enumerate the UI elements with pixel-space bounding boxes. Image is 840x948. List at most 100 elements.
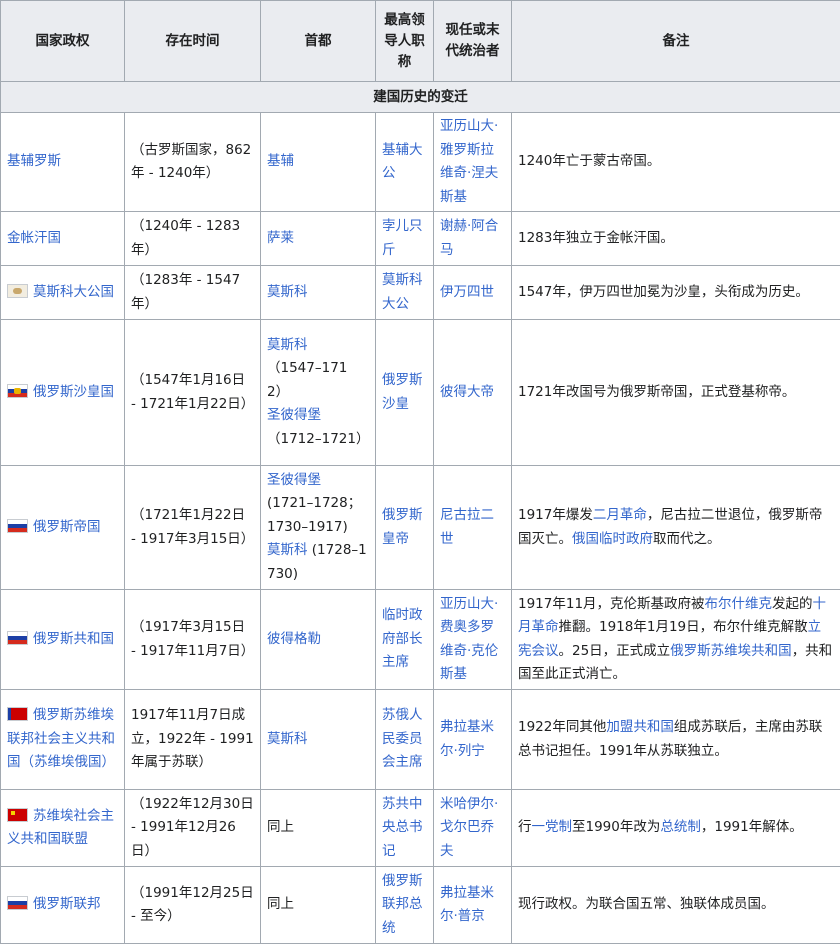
capital-cell: 圣彼得堡 (1721–1728；1730–1917) 莫斯科 (1728–173… xyxy=(260,465,376,590)
capital-cell: 莫斯科 xyxy=(260,265,376,320)
note-text: 取而代之。 xyxy=(653,530,721,547)
table-row: 俄罗斯联邦 （1991年12月25日 - 至今） 同上 俄罗斯联邦总统 弗拉基米… xyxy=(0,866,840,944)
state-cell: 俄罗斯共和国 xyxy=(0,589,125,690)
capital-link[interactable]: 基辅 xyxy=(267,153,294,169)
period-cell: （1283年 - 1547年） xyxy=(124,265,261,320)
header-capital[interactable]: 首都 xyxy=(260,0,376,82)
ruler-link[interactable]: 米哈伊尔·戈尔巴乔夫 xyxy=(440,796,498,859)
ruler-link[interactable]: 弗拉基米尔·列宁 xyxy=(440,719,494,759)
table-row: 俄罗斯共和国 （1917年3月15日 - 1917年11月7日） 彼得格勒 临时… xyxy=(0,589,840,690)
state-link[interactable]: 金帐汗国 xyxy=(7,230,61,246)
period-cell: 1917年11月7日成立，1922年 - 1991年属于苏联） xyxy=(124,689,261,790)
table-row: 莫斯科大公国 （1283年 - 1547年） 莫斯科 莫斯科大公 伊万四世 15… xyxy=(0,265,840,320)
table-row: 基辅罗斯 （古罗斯国家，862年 - 1240年） 基辅 基辅大公 亚历山大·雅… xyxy=(0,112,840,212)
note-cell: 1917年11月，克伦斯基政府被布尔什维克发起的十月革命推翻。1918年1月19… xyxy=(511,589,840,690)
state-link[interactable]: 俄罗斯沙皇国 xyxy=(33,384,114,400)
title-link[interactable]: 临时政府部长主席 xyxy=(382,607,423,670)
note-link[interactable]: 二月革命 xyxy=(593,507,647,523)
ruler-cell: 彼得大帝 xyxy=(433,319,512,466)
russia-flag-icon xyxy=(7,518,28,533)
ruler-cell: 米哈伊尔·戈尔巴乔夫 xyxy=(433,789,512,867)
note-text: 至1990年改为 xyxy=(572,819,661,836)
title-link[interactable]: 俄罗斯沙皇 xyxy=(382,372,423,412)
note-text: 。25日，正式成立 xyxy=(558,642,671,659)
ruler-link[interactable]: 亚历山大·费奥多罗维奇·克伦斯基 xyxy=(440,596,498,683)
capital-link[interactable]: 萨莱 xyxy=(267,230,294,246)
period-cell: （1922年12月30日 - 1991年12月26日） xyxy=(124,789,261,867)
note-cell: 1547年，伊万四世加冕为沙皇，头衔成为历史。 xyxy=(511,265,840,320)
title-link[interactable]: 俄罗斯皇帝 xyxy=(382,507,423,547)
period-cell: （1240年 - 1283年） xyxy=(124,211,261,266)
note-link[interactable]: 俄国临时政府 xyxy=(572,531,653,547)
capital-link[interactable]: 莫斯科 xyxy=(267,337,308,353)
ussr-flag-icon xyxy=(7,807,28,822)
capital-cell: 莫斯科 xyxy=(260,689,376,790)
ruler-link[interactable]: 谢赫·阿合马 xyxy=(440,218,498,258)
note-text: 1917年11月，克伦斯基政府被 xyxy=(518,595,705,612)
capital-cell: 莫斯科 （1547–1712） 圣彼得堡 （1712–1721） xyxy=(260,319,376,466)
header-title[interactable]: 最高领导人职称 xyxy=(375,0,434,82)
state-cell: 俄罗斯帝国 xyxy=(0,465,125,590)
title-cell: 苏俄人民委员会主席 xyxy=(375,689,434,790)
note-cell: 行一党制至1990年改为总统制，1991年解体。 xyxy=(511,789,840,867)
period-cell: （1721年1月22日 - 1917年3月15日） xyxy=(124,465,261,590)
header-period[interactable]: 存在时间 xyxy=(124,0,261,82)
ruler-link[interactable]: 亚历山大·雅罗斯拉维奇·涅夫斯基 xyxy=(440,118,498,205)
capital-link[interactable]: 彼得格勒 xyxy=(267,631,321,647)
note-cell: 1922年同其他加盟共和国组成苏联后，主席由苏联总书记担任。1991年从苏联独立… xyxy=(511,689,840,790)
period-cell: （1547年1月16日 - 1721年1月22日） xyxy=(124,319,261,466)
ruler-cell: 亚历山大·费奥多罗维奇·克伦斯基 xyxy=(433,589,512,690)
capital-years: （1712–1721） xyxy=(267,430,370,447)
state-link[interactable]: 俄罗斯共和国 xyxy=(33,631,114,647)
ruler-cell: 谢赫·阿合马 xyxy=(433,211,512,266)
note-link[interactable]: 一党制 xyxy=(532,819,573,835)
moscow-flag-icon xyxy=(7,283,28,298)
note-cell: 1240年亡于蒙古帝国。 xyxy=(511,112,840,212)
capital-link[interactable]: 圣彼得堡 xyxy=(267,472,321,488)
title-link[interactable]: 苏俄人民委员会主席 xyxy=(382,707,423,770)
capital-link[interactable]: 莫斯科 xyxy=(267,284,308,300)
ruler-cell: 伊万四世 xyxy=(433,265,512,320)
note-link[interactable]: 俄罗斯苏维埃共和国 xyxy=(670,643,792,659)
note-text: 行 xyxy=(518,819,532,836)
ruler-link[interactable]: 彼得大帝 xyxy=(440,384,494,400)
capital-cell: 基辅 xyxy=(260,112,376,212)
title-cell: 俄罗斯沙皇 xyxy=(375,319,434,466)
state-link[interactable]: 俄罗斯帝国 xyxy=(33,519,101,535)
title-link[interactable]: 莫斯科大公 xyxy=(382,272,423,312)
title-link[interactable]: 苏共中央总书记 xyxy=(382,796,423,859)
ruler-cell: 亚历山大·雅罗斯拉维奇·涅夫斯基 xyxy=(433,112,512,212)
title-cell: 俄罗斯皇帝 xyxy=(375,465,434,590)
header-note[interactable]: 备注 xyxy=(511,0,840,82)
title-cell: 莫斯科大公 xyxy=(375,265,434,320)
title-link[interactable]: 基辅大公 xyxy=(382,142,423,182)
capital-link[interactable]: 莫斯科 xyxy=(267,542,308,558)
note-link[interactable]: 总统制 xyxy=(660,819,701,835)
state-link[interactable]: 基辅罗斯 xyxy=(7,153,61,169)
state-cell: 俄罗斯沙皇国 xyxy=(0,319,125,466)
header-ruler[interactable]: 现任或末代统治者 xyxy=(433,0,512,82)
capital-link[interactable]: 莫斯科 xyxy=(267,731,308,747)
state-cell: 莫斯科大公国 xyxy=(0,265,125,320)
note-cell: 1283年独立于金帐汗国。 xyxy=(511,211,840,266)
header-state[interactable]: 国家政权 xyxy=(0,0,125,82)
capital-link[interactable]: 圣彼得堡 xyxy=(267,407,321,423)
rsfsr-flag-icon xyxy=(7,707,28,722)
ruler-link[interactable]: 伊万四世 xyxy=(440,284,494,300)
ruler-link[interactable]: 尼古拉二世 xyxy=(440,507,494,547)
title-link[interactable]: 俄罗斯联邦总统 xyxy=(382,873,423,936)
table-row: 金帐汗国 （1240年 - 1283年） 萨莱 孛儿只斤 谢赫·阿合马 1283… xyxy=(0,211,840,266)
ruler-link[interactable]: 弗拉基米尔·普京 xyxy=(440,885,494,925)
note-text: ，1991年解体。 xyxy=(700,819,803,836)
capital-cell: 同上 xyxy=(260,866,376,944)
note-link[interactable]: 加盟共和国 xyxy=(606,719,674,735)
state-cell: 俄罗斯联邦 xyxy=(0,866,125,944)
state-link[interactable]: 莫斯科大公国 xyxy=(33,284,114,300)
period-cell: （1991年12月25日 - 至今） xyxy=(124,866,261,944)
history-table: 国家政权 存在时间 首都 最高领导人职称 现任或末代统治者 备注 建国历史的变迁… xyxy=(0,0,840,944)
state-link[interactable]: 俄罗斯联邦 xyxy=(33,896,101,912)
note-link[interactable]: 布尔什维克 xyxy=(705,596,773,612)
state-cell: 苏维埃社会主义共和国联盟 xyxy=(0,789,125,867)
section-row: 建国历史的变迁 xyxy=(0,81,840,113)
title-link[interactable]: 孛儿只斤 xyxy=(382,218,423,258)
